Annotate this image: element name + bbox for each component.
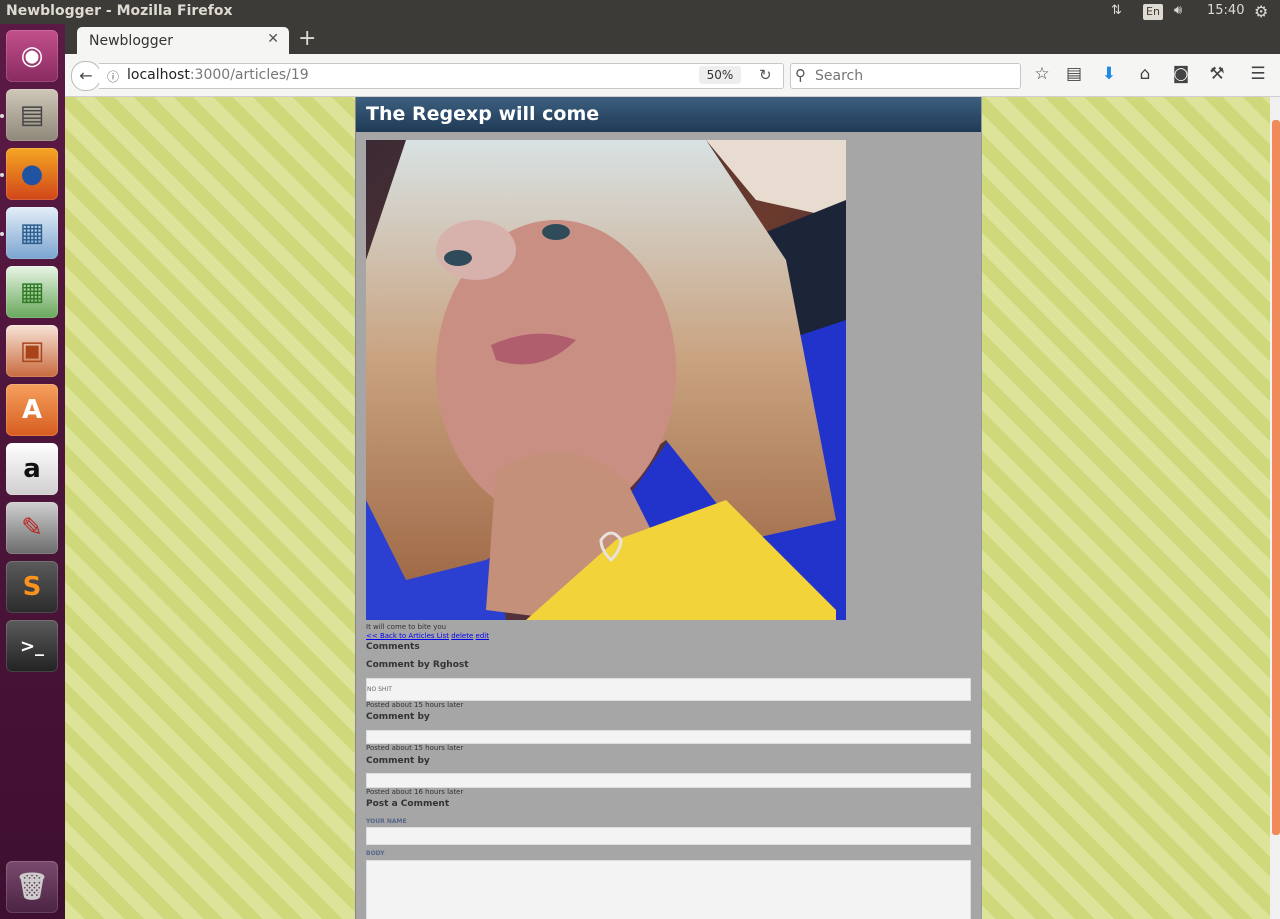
search-box[interactable]: ⚲ [790,63,1021,89]
volume-icon[interactable]: 🔊︎ [1174,3,1182,18]
article-links: << Back to Articles List delete edit [366,632,489,640]
running-indicator [0,173,4,177]
bookmark-star-icon[interactable]: ☆ [1031,64,1053,84]
downloads-icon[interactable]: ⬇ [1098,64,1120,84]
search-icon: ⚲ [795,66,806,84]
trash-icon[interactable]: 🗑︎ [6,861,58,913]
menu-icon[interactable]: ☰ [1247,64,1269,84]
comment-posted: Posted about 16 hours later [366,788,464,796]
libreoffice-impress-icon[interactable]: ▣ [6,325,58,377]
url-bar[interactable]: ⓘ localhost:3000/articles/19 50% ↻ [99,63,784,89]
comment-heading: Comment by [366,712,430,722]
body-textarea[interactable] [366,860,971,919]
firefox-icon[interactable]: ● [6,148,58,200]
scrollbar-thumb[interactable] [1272,120,1280,835]
comment-heading: Comment by [366,756,430,766]
extension-icon[interactable]: ⚒ [1206,64,1228,84]
software-center-icon[interactable]: A [6,384,58,436]
libreoffice-calc-icon[interactable]: ▦ [6,266,58,318]
top-panel: Newblogger - Mozilla Firefox ⇅ En 🔊︎ 15:… [0,0,1280,24]
search-input[interactable] [813,67,1017,85]
files-icon[interactable]: ▤ [6,89,58,141]
page-viewport: The Regexp will come It will come to bit… [65,97,1270,919]
libreoffice-writer-icon[interactable]: ▦ [6,207,58,259]
navigation-toolbar: ← ⓘ localhost:3000/articles/19 50% ↻ ⚲ ☆… [65,54,1280,97]
network-icon[interactable]: ⇅ [1111,3,1122,18]
url-text: localhost:3000/articles/19 [127,67,309,83]
zoom-level-button[interactable]: 50% [699,66,741,84]
url-host: localhost [127,67,190,83]
back-button[interactable]: ← [71,61,101,91]
home-icon[interactable]: ⌂ [1134,64,1156,84]
body-label: BODY [366,850,385,857]
name-input[interactable] [366,827,971,845]
ubuntu-dash-icon[interactable]: ◉ [6,30,58,82]
sublime-text-icon[interactable]: S [6,561,58,613]
comment-posted: Posted about 15 hours later [366,701,464,709]
back-to-articles-link[interactable]: << Back to Articles List [366,632,449,640]
portrait-image [366,140,846,620]
comment-body: NO SHIT [367,686,392,693]
system-settings-icon[interactable]: ✎ [6,502,58,554]
system-menu-gear-icon[interactable]: ⚙ [1254,2,1268,21]
post-comment-heading: Post a Comment [366,799,450,809]
clock[interactable]: 15:40 [1207,3,1244,18]
running-indicator [0,114,4,118]
reading-list-icon[interactable]: ▤ [1063,64,1085,84]
comment-body-box [366,773,971,788]
tab-strip: Newblogger ✕ + [65,24,1280,54]
url-path: :3000/articles/19 [189,67,309,83]
pocket-icon[interactable]: ◙ [1170,64,1192,84]
comment-body-box [366,730,971,744]
site-info-icon[interactable]: ⓘ [107,68,119,85]
comments-heading: Comments [366,642,420,652]
edit-link[interactable]: edit [476,632,489,640]
comment-body-box: NO SHIT [366,678,971,701]
article-header: The Regexp will come [356,97,981,132]
keyboard-layout-indicator[interactable]: En [1143,4,1163,20]
delete-link[interactable]: delete [451,632,473,640]
comment-posted: Posted about 15 hours later [366,744,464,752]
article-title: The Regexp will come [366,103,600,125]
new-tab-button[interactable]: + [298,26,316,51]
article-photo [366,140,846,620]
close-tab-icon[interactable]: ✕ [267,31,279,47]
terminal-icon[interactable]: >_ [6,620,58,672]
article-caption: It will come to bite you [366,623,447,631]
amazon-icon[interactable]: a [6,443,58,495]
tab-title: Newblogger [89,33,174,49]
tab-newblogger[interactable]: Newblogger ✕ [77,27,289,54]
article-container: The Regexp will come It will come to bit… [355,97,982,919]
comment-heading: Comment by Rghost [366,660,469,670]
unity-launcher: ◉ ▤ ● ▦ ▦ ▣ A a ✎ S >_ 🗑︎ [0,24,65,919]
running-indicator [0,232,4,236]
reload-icon[interactable]: ↻ [759,66,772,84]
window-title: Newblogger - Mozilla Firefox [6,3,233,19]
name-label: YOUR NAME [366,818,407,825]
